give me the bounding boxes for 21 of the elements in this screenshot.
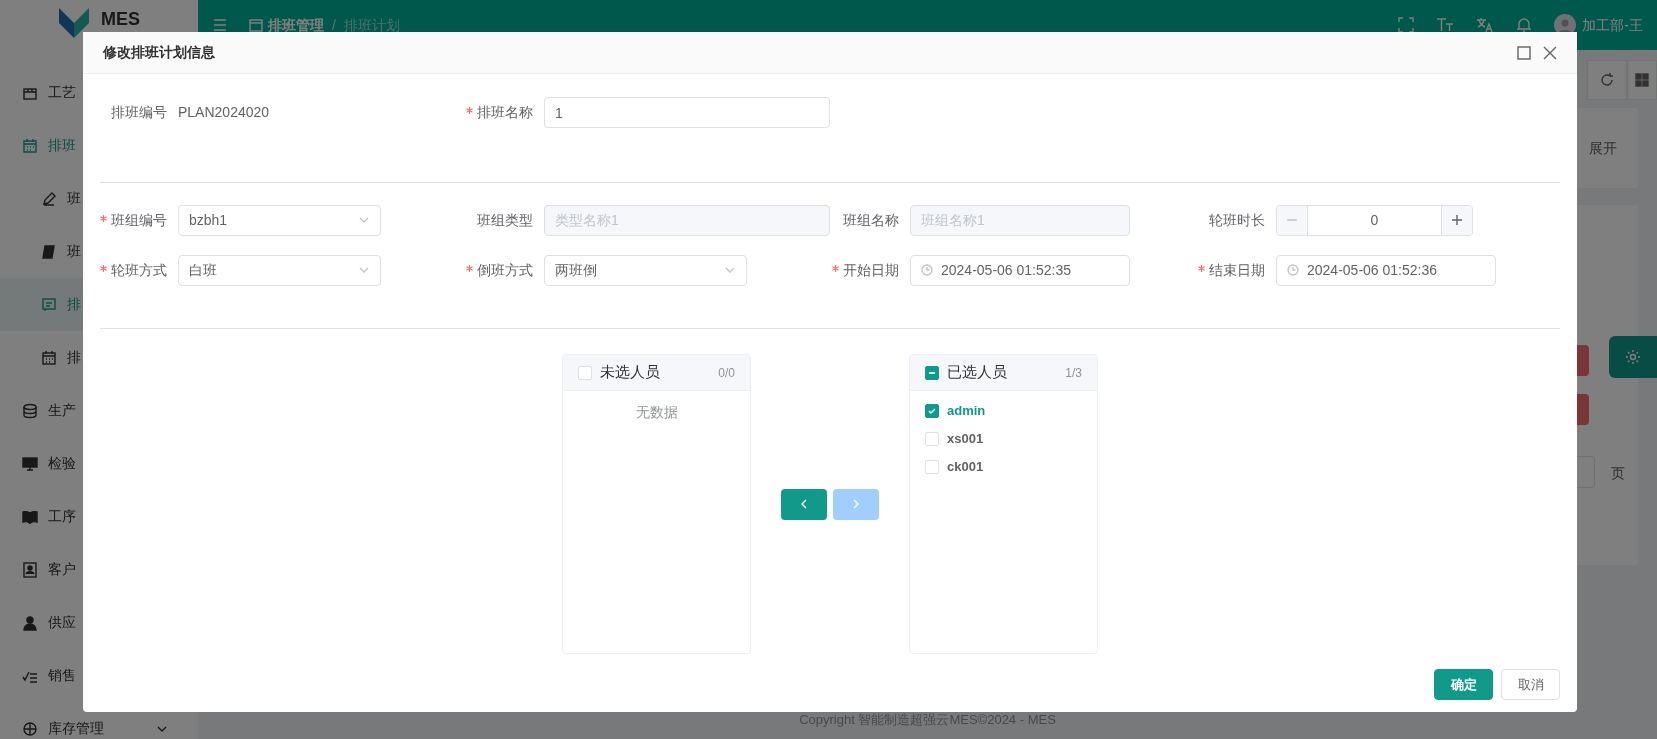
panel-count: 1/3 [1065,364,1082,382]
page-suffix: 页 [1611,464,1625,483]
field-label: 轮班时长 [1209,210,1265,230]
field-label: 班组编号 [111,210,167,230]
breadcrumb-separator: / [332,15,336,35]
empty-text: 无数据 [634,403,679,422]
field-label: 倒班方式 [477,260,533,280]
field-value: PLAN2024020 [178,103,270,122]
field-label: 轮班方式 [111,260,167,280]
dialog-title: 修改排班计划信息 [103,43,215,62]
field-label: 结束日期 [1209,260,1265,280]
field-label: 开始日期 [843,260,899,280]
field-label: 班组类型 [477,210,533,230]
panel-title: 未选人员 [600,362,660,383]
breadcrumb-item: 排班计划 [343,15,400,35]
logo-text: MES [101,8,140,31]
field-label: 排班编号 [111,103,167,122]
field-label: 排班名称 [477,103,533,122]
field-label: 班组名称 [843,210,899,230]
panel-count: 0/0 [718,364,735,382]
panel-title: 已选人员 [947,362,1007,383]
